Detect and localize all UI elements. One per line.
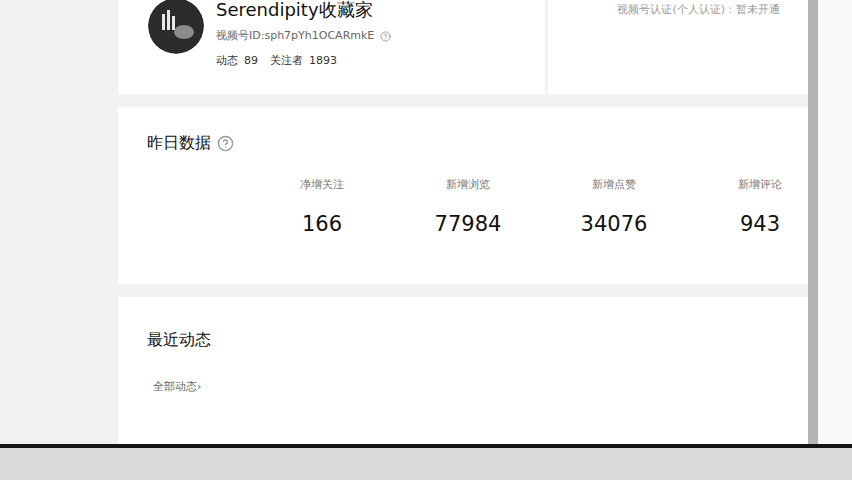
profile-stat: 动态89 [216,54,258,68]
metric-label: 新增评论 [738,178,782,192]
profile-stat: 关注者1893 [270,54,337,68]
profile-id: 视频号ID:sph7pYh1OCARmkE [216,29,391,43]
profile-card: Serendipity收藏家视频号ID:sph7pYh1OCARmkE 动态89 关… [118,0,545,94]
metric-value: 77984 [435,210,502,238]
window: Serendipity收藏家视频号ID:sph7pYh1OCARmkE 动态89 关… [0,0,852,444]
metric: 新增评论 943 [712,178,808,238]
profile-info: Serendipity收藏家视频号ID:sph7pYh1OCARmkE 动态89 关… [216,0,391,68]
help-icon[interactable] [217,135,234,152]
metric-value: 943 [740,210,780,238]
metric-label: 新增浏览 [446,178,490,192]
yesterday-card: 昨日数据净增关注 166 新增浏览 77984 新增点赞 34076 新增评论 943 [118,107,808,284]
screen: Serendipity收藏家视频号ID:sph7pYh1OCARmkE 动态89 关… [0,0,852,480]
recent-card: 最近动态全部动态› [118,297,808,444]
bottom-bar [0,444,852,480]
help-icon[interactable] [380,31,391,42]
scrollbar[interactable] [808,0,818,444]
metric-value: 34076 [581,210,648,238]
card-title: 最近动态 [147,330,808,350]
metric-value: 166 [302,210,342,238]
metric-label: 新增点赞 [592,178,636,192]
avatar-icon[interactable] [148,0,204,54]
card-title: 昨日数据 [147,133,808,153]
side-card-text: 视频号认证(个人认证)：暂未开通 [617,3,780,17]
main-content: Serendipity收藏家视频号ID:sph7pYh1OCARmkE 动态89 关… [0,0,808,444]
header-row: Serendipity收藏家视频号ID:sph7pYh1OCARmkE 动态89 关… [118,0,808,94]
all-posts-link[interactable]: 全部动态› [153,380,201,394]
metric: 净增关注 166 [274,178,370,238]
metric: 新增点赞 34076 [566,178,662,238]
metrics: 净增关注 166 新增浏览 77984 新增点赞 34076 新增评论 943 [147,178,808,238]
profile-name: Serendipity收藏家 [216,0,391,22]
metric: 新增浏览 77984 [420,178,516,238]
side-card: 视频号认证(个人认证)：暂未开通 [548,0,808,94]
right-panel [818,0,852,444]
metric-label: 净增关注 [300,178,344,192]
profile-stats: 动态89 关注者1893 [216,54,391,68]
